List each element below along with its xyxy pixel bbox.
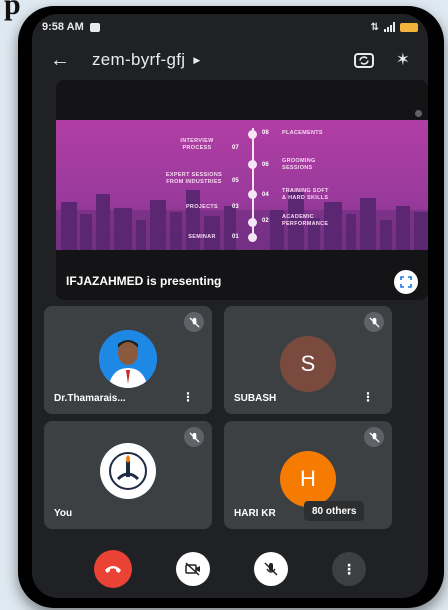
slide-number: 08 [262, 130, 269, 136]
slide-marker [248, 218, 257, 227]
participant-name: You [54, 508, 73, 519]
bluetooth-icon[interactable]: ✶ [396, 50, 410, 70]
slide-label: GROOMING SESSIONS [282, 158, 316, 171]
signal-icon [384, 22, 395, 32]
slide-marker [248, 160, 257, 169]
participant-name: HARI KR [234, 508, 276, 519]
slide-label: EXPERT SESSIONS FROM INDUSTRIES [165, 172, 223, 185]
battery-icon [400, 22, 418, 32]
slide-label: PLACEMENTS [282, 130, 323, 136]
presentation-panel: INTERVIEW PROCESS 07 EXPERT SESSIONS FRO… [56, 80, 428, 300]
slide-label: PROJECTS [185, 204, 219, 210]
slide-number: 03 [232, 204, 239, 210]
others-count-badge[interactable]: 80 others [304, 501, 365, 521]
slide-number: 01 [232, 234, 239, 240]
caret-right-icon[interactable]: ▶ [193, 55, 200, 66]
status-time: 9:58 AM [42, 21, 84, 33]
slide-number: 07 [232, 145, 239, 151]
slide-number: 05 [232, 178, 239, 184]
slide-number: 02 [262, 218, 269, 224]
participant-tile[interactable]: Dr.Thamarais... ⋮ [44, 306, 212, 414]
participant-name: SUBASH [234, 393, 277, 404]
participant-tile[interactable]: You [44, 421, 212, 529]
data-icon: ⇅ [370, 21, 379, 33]
participant-menu-icon[interactable]: ⋮ [362, 390, 374, 404]
meet-screen: 9:58 AM ⇅ ← zem-byrf-gfj ▶ ✶ INTERVIEW P… [32, 14, 428, 598]
participant-tile[interactable]: H HARI KR 80 others [224, 421, 392, 529]
status-bar: 9:58 AM ⇅ [32, 14, 428, 40]
fullscreen-button[interactable] [394, 270, 418, 294]
slide-number: 06 [262, 162, 269, 168]
slide-label: ACADEMIC PERFORMANCE [282, 214, 329, 227]
mic-toggle-button[interactable] [254, 552, 288, 586]
institution-logo-avatar [100, 443, 156, 499]
participant-photo-avatar [99, 330, 157, 388]
mic-off-icon [184, 427, 204, 447]
participant-menu-icon[interactable]: ⋮ [182, 390, 194, 404]
participant-initial-avatar: S [280, 336, 336, 392]
slide-number: 04 [262, 192, 269, 198]
slide-marker [248, 130, 257, 139]
participant-tile[interactable]: S SUBASH ⋮ [224, 306, 392, 414]
shared-slide: INTERVIEW PROCESS 07 EXPERT SESSIONS FRO… [56, 120, 428, 250]
end-call-button[interactable] [94, 550, 132, 588]
more-vert-icon: ⋮ [342, 560, 356, 577]
notification-icon [89, 22, 100, 32]
call-controls: ⋮ [32, 544, 428, 594]
presenter-label: IFJAZAHMED is presenting [66, 274, 222, 288]
participant-initial-avatar: H [280, 451, 336, 507]
slide-marker [248, 190, 257, 199]
mic-off-icon [264, 562, 278, 576]
camera-toggle-button[interactable] [176, 552, 210, 586]
mic-off-icon [184, 312, 204, 332]
city-skyline-graphic [56, 190, 428, 250]
meeting-code[interactable]: zem-byrf-gfj [92, 50, 185, 70]
mic-off-icon [364, 427, 384, 447]
slide-marker [248, 233, 257, 242]
back-arrow-icon[interactable]: ← [50, 49, 70, 72]
mic-off-icon [364, 312, 384, 332]
slide-label: SEMINAR [188, 234, 216, 240]
participant-name: Dr.Thamarais... [54, 393, 126, 404]
slide-label: TRAINING SOFT & HARD SKILLS [282, 188, 329, 201]
camera-off-icon [185, 562, 200, 576]
fullscreen-icon [400, 276, 412, 288]
switch-camera-icon[interactable] [353, 51, 374, 69]
more-options-button[interactable]: ⋮ [332, 552, 366, 586]
slide-label: INTERVIEW PROCESS [180, 138, 214, 151]
background-heading: p [4, 0, 21, 21]
hang-up-icon [105, 566, 121, 573]
meeting-header: ← zem-byrf-gfj ▶ ✶ [32, 40, 428, 80]
presentation-indicator-dot [415, 110, 422, 117]
